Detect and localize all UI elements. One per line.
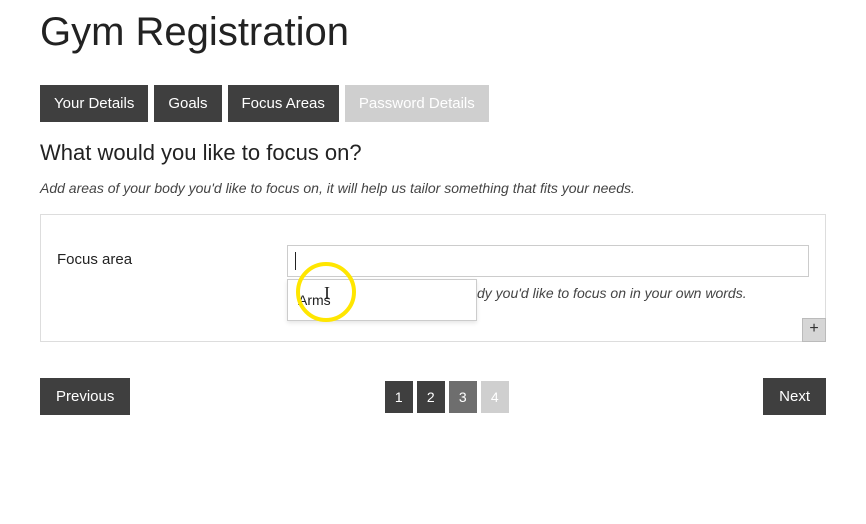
pager: 1 2 3 4 <box>385 381 509 413</box>
pager-3[interactable]: 3 <box>449 381 477 413</box>
tab-focus-areas[interactable]: Focus Areas <box>228 85 339 122</box>
section-heading: What would you like to focus on? <box>40 140 826 166</box>
tab-password-details: Password Details <box>345 85 489 122</box>
page-title: Gym Registration <box>40 10 826 55</box>
focus-area-label: Focus area <box>57 245 287 268</box>
focus-area-field: dy you'd like to focus on in your own wo… <box>287 245 809 301</box>
add-button[interactable]: + <box>802 318 826 342</box>
tab-goals[interactable]: Goals <box>154 85 221 122</box>
section-description: Add areas of your body you'd like to foc… <box>40 180 826 196</box>
focus-area-input[interactable] <box>287 245 809 277</box>
autocomplete-item-arms[interactable]: Arms <box>288 280 476 320</box>
autocomplete-dropdown: Arms <box>287 279 477 321</box>
previous-button[interactable]: Previous <box>40 378 130 415</box>
focus-area-help: dy you'd like to focus on in your own wo… <box>477 285 809 301</box>
pager-2[interactable]: 2 <box>417 381 445 413</box>
tab-your-details[interactable]: Your Details <box>40 85 148 122</box>
nav-row: Previous 1 2 3 4 Next <box>40 378 826 415</box>
form-panel: Focus area dy you'd like to focus on in … <box>40 214 826 342</box>
next-button[interactable]: Next <box>763 378 826 415</box>
pager-4: 4 <box>481 381 509 413</box>
focus-area-row: Focus area dy you'd like to focus on in … <box>57 245 809 301</box>
pager-1[interactable]: 1 <box>385 381 413 413</box>
text-caret <box>295 252 296 270</box>
tab-bar: Your Details Goals Focus Areas Password … <box>40 85 826 122</box>
